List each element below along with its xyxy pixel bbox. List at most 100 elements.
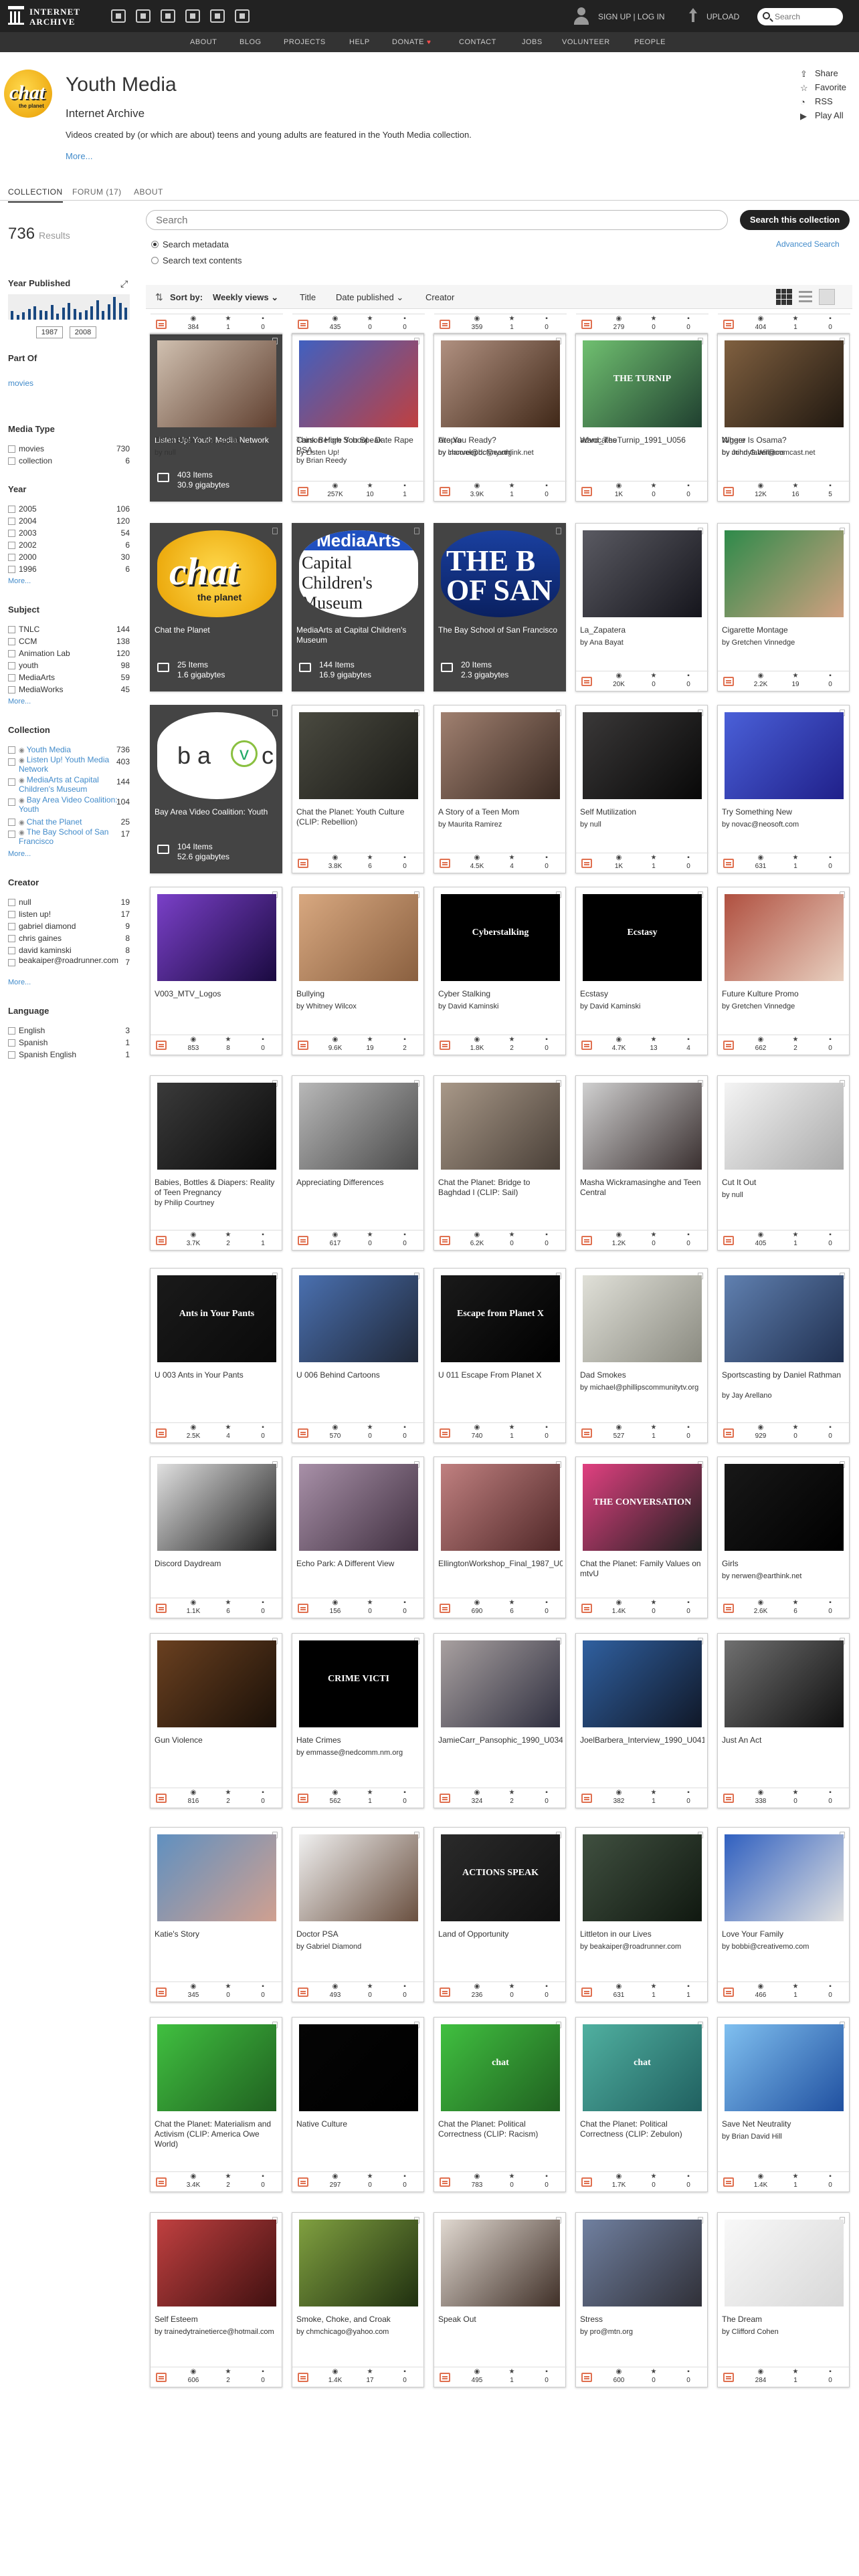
facet-item[interactable]: collection 6: [8, 455, 130, 467]
images-icon[interactable]: [235, 9, 250, 23]
item-tile[interactable]: JoelBarbera_Interview_1990_U041 ◉ 382 ★ 1 ▪ 0: [575, 1633, 708, 1808]
facet-checkbox[interactable]: [8, 831, 15, 838]
item-title[interactable]: Chat the Planet: Bridge to Baghdad I (CL…: [438, 1178, 563, 1198]
item-creator[interactable]: by Listen Up!: [296, 449, 421, 457]
facet-checkbox[interactable]: [8, 798, 15, 806]
facet-item[interactable]: TNLC 144: [8, 623, 130, 635]
item-thumbnail[interactable]: [299, 2220, 418, 2306]
item-title[interactable]: MediaArts at Capital Children's Museum: [296, 625, 421, 645]
compact-view-icon[interactable]: [819, 289, 835, 305]
facet-item[interactable]: beakaiper@roadrunner.com 7: [8, 956, 130, 976]
software-icon[interactable]: [210, 9, 225, 23]
signup-login-link[interactable]: SIGN UP | LOG IN: [598, 12, 665, 21]
item-thumbnail[interactable]: Ecstasy: [583, 894, 702, 981]
nav-jobs[interactable]: JOBS: [522, 38, 543, 46]
item-creator[interactable]: by Brian Reedy: [296, 457, 421, 465]
facet-checkbox[interactable]: [8, 959, 15, 966]
eye-icon[interactable]: ◉: [19, 797, 25, 804]
facet-item-link[interactable]: Youth Media: [27, 745, 71, 754]
facet-checkbox[interactable]: [8, 650, 15, 657]
item-creator[interactable]: by Brian David Hill: [722, 2133, 846, 2141]
facet-checkbox[interactable]: [8, 566, 15, 573]
item-title[interactable]: Echo Park: A Different View: [296, 1559, 421, 1569]
item-creator[interactable]: by null: [155, 449, 279, 457]
item-title[interactable]: Save Net Neutrality: [722, 2119, 846, 2129]
facet-checkbox[interactable]: [8, 506, 15, 513]
item-thumbnail[interactable]: THE CONVERSATION: [583, 1464, 702, 1551]
facet-item[interactable]: youth 98: [8, 659, 130, 671]
item-tile[interactable]: chat Chat the Planet: Political Correctne…: [575, 2017, 708, 2192]
item-tile[interactable]: A Story of a Teen Mom by Maurita Ramirez ◉…: [434, 705, 567, 873]
item-tile[interactable]: Love Your Family by bobbi@creativemo.com ◉…: [717, 1827, 850, 2002]
item-thumbnail[interactable]: [583, 1083, 702, 1170]
item-title[interactable]: Think Before You Speak: [296, 435, 421, 445]
advanced-search-link[interactable]: Advanced Search: [776, 239, 840, 249]
upload-link[interactable]: UPLOAD: [706, 12, 739, 21]
item-creator[interactable]: by Jay Arellano: [722, 1392, 846, 1400]
favorite-icon[interactable]: [272, 528, 278, 534]
item-title[interactable]: Bullying: [296, 989, 421, 999]
item-title[interactable]: Katie's Story: [155, 1929, 279, 1939]
year-to-field[interactable]: 2008: [70, 326, 96, 338]
facet-more-link[interactable]: More...: [8, 848, 130, 860]
facet-item[interactable]: gabriel diamond 9: [8, 920, 130, 932]
item-creator[interactable]: by Gretchen Vinnedge: [722, 1002, 846, 1011]
item-title[interactable]: Land of Opportunity: [438, 1929, 563, 1939]
radio-selected[interactable]: [151, 241, 159, 248]
item-title[interactable]: Just An Act: [722, 1735, 846, 1745]
facet-checkbox[interactable]: [8, 530, 15, 537]
item-title[interactable]: Think Before You Speak: [155, 435, 279, 445]
item-tile[interactable]: Utopia by lmcoreepbc@earthlink.net ◉ 359 ★ 1 ▪…: [434, 314, 567, 457]
nav-help[interactable]: HELP: [349, 38, 370, 46]
item-thumbnail[interactable]: [441, 340, 560, 427]
item-thumbnail[interactable]: [441, 1640, 560, 1727]
item-tile[interactable]: Dad Smokes by michael@phillipscommunitytv…: [575, 1268, 708, 1443]
item-thumbnail[interactable]: [725, 530, 844, 617]
expand-icon[interactable]: ⤢: [120, 278, 128, 290]
item-thumbnail[interactable]: [441, 712, 560, 799]
item-title[interactable]: Chat the Planet: Political Correctness (…: [580, 2119, 704, 2139]
eye-icon[interactable]: ◉: [19, 829, 25, 837]
item-tile[interactable]: Just An Act ◉ 338 ★ 0 ▪ 0: [717, 1633, 850, 1808]
item-thumbnail[interactable]: [157, 340, 276, 427]
item-thumbnail[interactable]: [157, 1083, 276, 1170]
item-thumbnail[interactable]: [725, 340, 844, 427]
item-creator[interactable]: by null: [580, 821, 704, 829]
item-title[interactable]: Ward_TheTurnip_1991_U056: [580, 435, 704, 445]
item-tile[interactable]: Smoke, Choke, and Croak by chmchicago@yah…: [292, 2212, 425, 2387]
facet-checkbox[interactable]: [8, 746, 15, 754]
item-tile[interactable]: Sportscasting by Daniel Rathman by Jay Ar…: [717, 1268, 850, 1443]
item-creator[interactable]: by David Kaminski: [580, 1002, 704, 1011]
facet-checkbox[interactable]: [8, 1039, 15, 1047]
facet-item-link[interactable]: Chat the Planet: [27, 817, 82, 827]
item-title[interactable]: Sportscasting by Daniel Rathman: [722, 1370, 846, 1380]
item-title[interactable]: Native Culture: [296, 2119, 421, 2129]
facet-checkbox[interactable]: [8, 518, 15, 525]
facet-item[interactable]: ◉ MediaArts at Capital Children's Museum 1…: [8, 776, 130, 796]
item-thumbnail[interactable]: [725, 1083, 844, 1170]
search-metadata-option[interactable]: Search metadata: [151, 239, 229, 249]
collection-tile[interactable]: chat the planet Chat the Planet 25 Items 1.6…: [150, 523, 282, 691]
item-thumbnail[interactable]: chat the planet: [157, 530, 276, 617]
item-creator[interactable]: by mindyfaber@comcast.net: [722, 449, 846, 457]
item-title[interactable]: Utopia: [438, 435, 563, 445]
item-title[interactable]: Chat the Planet: Materialism and Activis…: [155, 2119, 279, 2149]
item-tile[interactable]: CRIME VICTI Hate Crimes by emmasse@nedcomm…: [292, 1633, 425, 1808]
item-tile[interactable]: Escape from Planet X U 011 Escape From Pl…: [434, 1268, 567, 1443]
facet-item[interactable]: 1996 6: [8, 563, 130, 575]
item-thumbnail[interactable]: Cyberstalking: [441, 894, 560, 981]
facet-checkbox[interactable]: [8, 947, 15, 954]
item-tile[interactable]: Cut It Out by null ◉ 405 ★ 1 ▪ 0: [717, 1075, 850, 1251]
description-more-link[interactable]: More...: [66, 151, 92, 161]
eye-icon[interactable]: ◉: [19, 777, 25, 784]
item-title[interactable]: Chat the Planet: Youth Culture (CLIP: Re…: [296, 807, 421, 827]
item-title[interactable]: V003_MTV_Logos: [155, 989, 279, 999]
item-title[interactable]: Speak Out: [438, 2315, 563, 2325]
item-title[interactable]: The Bay School of San Francisco: [438, 625, 563, 635]
item-tile[interactable]: Discord Daydream ◉ 1.1K ★ 6 ▪ 0: [150, 1457, 283, 1618]
audio-icon[interactable]: [185, 9, 200, 23]
facet-checkbox[interactable]: [8, 899, 15, 906]
eye-icon[interactable]: ◉: [19, 747, 25, 754]
item-thumbnail[interactable]: [725, 2024, 844, 2111]
facet-more-link[interactable]: More...: [8, 575, 130, 587]
